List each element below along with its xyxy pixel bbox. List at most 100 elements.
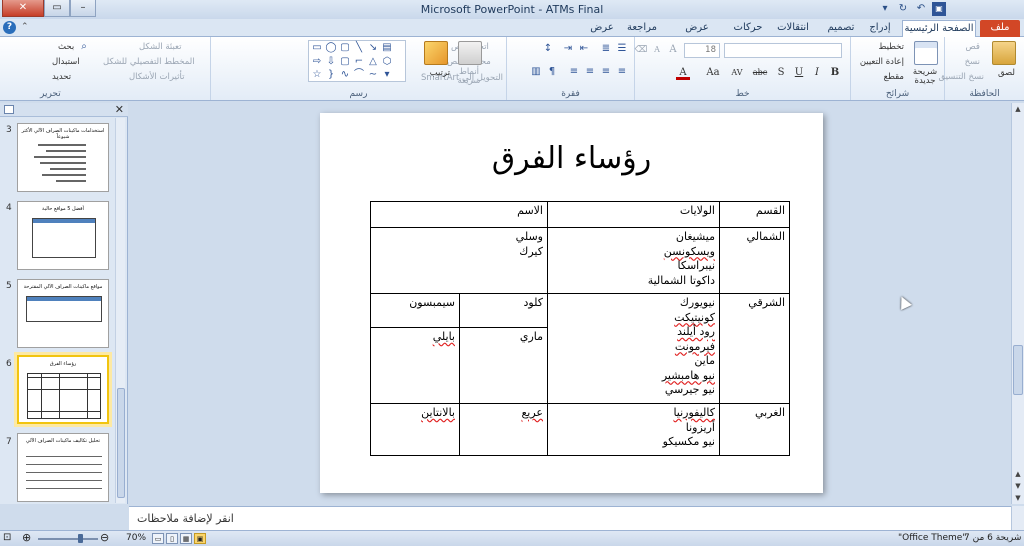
bullets-icon[interactable]: ≣ (600, 43, 612, 55)
maximize-button[interactable]: ▭ (44, 0, 70, 17)
slides-pane-scrollbar[interactable] (115, 118, 125, 503)
italic-button[interactable]: I (810, 66, 824, 80)
font-size-combo[interactable]: 18 (684, 43, 720, 58)
cell-first-name[interactable]: ماري (459, 327, 548, 404)
triangle-shape-icon[interactable]: △ (367, 56, 379, 68)
slides-tab-icon[interactable] (4, 105, 14, 114)
slide-canvas[interactable]: رؤساء الفرق القسم الولايات الاسم الشمالي… (320, 113, 823, 493)
freeform-shape-icon[interactable]: ∽ (367, 69, 379, 81)
font-color-button[interactable]: A (676, 66, 690, 80)
align-center-icon[interactable]: ≡ (600, 66, 612, 78)
format-painter-button[interactable]: نسخ التنسيق (939, 72, 984, 82)
align-left-icon[interactable]: ≡ (584, 66, 596, 78)
cell-last-name[interactable]: بايلي (370, 327, 460, 404)
slide-thumbnail-selected[interactable]: رؤساء الفرق (17, 355, 109, 424)
next-slide-icon[interactable]: ▼ (1012, 480, 1024, 492)
reading-view-icon[interactable]: ▯ (166, 533, 178, 544)
tab-file[interactable]: ملف (980, 20, 1020, 37)
down-arrow-shape-icon[interactable]: ⇩ (325, 56, 337, 68)
zoom-slider[interactable] (38, 538, 98, 540)
rectangle-outline-icon[interactable]: ▢ (339, 42, 351, 54)
replace-button[interactable]: استبدال (52, 57, 80, 67)
cell-states[interactable]: كاليفورنيا أريزونا نيو مكسيكو (547, 403, 720, 456)
cell-states[interactable]: ميشيغان ويسكونسن نيبراسكا داكوتا الشمالي… (547, 227, 720, 294)
decrease-indent-icon[interactable]: ⇤ (578, 43, 590, 55)
rectangle-shape-icon[interactable]: ▭ (311, 42, 323, 54)
header-name[interactable]: الاسم (370, 201, 548, 228)
increase-indent-icon[interactable]: ⇥ (562, 43, 574, 55)
grow-font-button[interactable]: A (666, 43, 680, 57)
tab-animations[interactable]: حركات (730, 20, 766, 37)
paste-button[interactable]: لصق (998, 68, 1015, 78)
tab-slideshow[interactable]: عرض الشرائح (668, 20, 726, 49)
tab-view[interactable]: عرض (588, 20, 616, 37)
cut-button[interactable]: قص (966, 42, 980, 52)
scroll-up-icon[interactable]: ▲ (1012, 103, 1024, 115)
notes-scrollbar[interactable] (1011, 506, 1024, 530)
cell-last-name[interactable]: بالانتاين (370, 403, 460, 456)
editor-scrollbar[interactable]: ▲ ▲ ▼ ▼ (1011, 103, 1024, 504)
slide-thumbnail[interactable]: استخدامات ماكينات الصراف الآلي الأكثر شي… (17, 123, 109, 192)
scroll-down-icon[interactable]: ▼ (1012, 492, 1024, 504)
quick-styles-icon[interactable] (458, 41, 482, 65)
slide-thumbnail[interactable]: أفضل 5 مواقع حالية (17, 201, 109, 270)
rounded-rect-icon[interactable]: ▢ (339, 56, 351, 68)
tab-design[interactable]: تصميم (822, 20, 860, 37)
oval-shape-icon[interactable]: ◯ (325, 42, 337, 54)
columns-icon[interactable]: ▥ (530, 66, 542, 78)
underline-button[interactable]: U (792, 66, 806, 80)
align-right-icon[interactable]: ≡ (616, 66, 628, 78)
slide-sorter-view-icon[interactable]: ▦ (180, 533, 192, 544)
slides-pane-scroll-thumb[interactable] (117, 388, 125, 498)
slide-thumbnail[interactable]: مواقع ماكينات الصراف الآلي المقترحة (17, 279, 109, 348)
star-shape-icon[interactable]: ☆ (311, 69, 323, 81)
line-shape-icon[interactable]: ╲ (353, 42, 365, 54)
close-button[interactable]: ✕ (2, 0, 44, 17)
slide-title[interactable]: رؤساء الفرق (320, 141, 823, 176)
character-spacing-button[interactable]: AV (728, 66, 746, 80)
fit-to-window-icon[interactable]: ⊡ (3, 532, 11, 543)
arc-shape-icon[interactable]: ⌒ (353, 69, 365, 81)
tab-home[interactable]: الصفحة الرئيسية (902, 20, 976, 37)
brace-shape-icon[interactable]: { (325, 69, 337, 81)
bold-button[interactable]: B (828, 66, 842, 80)
quick-styles-button[interactable]: أنماط سريعة (454, 68, 484, 86)
shape-fill-button[interactable]: تعبئة الشكل (139, 42, 182, 52)
editor-scroll-thumb[interactable] (1013, 345, 1023, 395)
textbox-shape-icon[interactable]: ▤ (381, 42, 393, 54)
tab-transitions[interactable]: انتقالات (770, 20, 816, 37)
close-pane-button[interactable]: ✕ (115, 103, 124, 116)
zoom-in-icon[interactable]: ⊕ (22, 531, 31, 544)
arrow-line-icon[interactable]: ↘ (367, 42, 379, 54)
shapes-gallery[interactable]: ▭ ◯ ▢ ╲ ↘ ▤ ⇨ ⇩ ▢ ⌐ △ ⬡ ☆ { ∿ ⌒ ∽ ▾ (308, 40, 406, 82)
line-spacing-icon[interactable]: ↕ (542, 43, 554, 55)
shadow-button[interactable]: S (774, 66, 788, 80)
elbow-connector-icon[interactable]: ⌐ (353, 56, 365, 68)
font-name-combo[interactable] (724, 43, 842, 58)
minimize-ribbon-icon[interactable]: ⌃ (21, 22, 29, 32)
right-arrow-shape-icon[interactable]: ⇨ (311, 56, 323, 68)
tab-review[interactable]: مراجعة (622, 20, 662, 37)
zoom-level[interactable]: 70% (126, 533, 146, 543)
layout-button[interactable]: تخطيط (879, 42, 904, 52)
previous-slide-icon[interactable]: ▲ (1012, 468, 1024, 480)
tab-insert[interactable]: إدراج (864, 20, 896, 37)
notes-placeholder[interactable]: انقر لإضافة ملاحظات (129, 512, 1011, 525)
zoom-slider-thumb[interactable] (78, 534, 83, 543)
cell-division[interactable]: الغربي (719, 403, 790, 456)
slideshow-view-icon[interactable]: ▭ (152, 533, 164, 544)
arrange-icon[interactable] (424, 41, 448, 65)
hexagon-shape-icon[interactable]: ⬡ (381, 56, 393, 68)
help-icon[interactable]: ? (3, 21, 16, 34)
shape-outline-button[interactable]: المخطط التفصيلي للشكل (103, 57, 195, 67)
strikethrough-button[interactable]: abc (750, 66, 770, 80)
shape-effects-button[interactable]: تأثيرات الأشكال (129, 72, 184, 82)
cell-last-name[interactable]: سيمبسون (370, 293, 460, 328)
arrange-button[interactable]: ترتيب (430, 68, 450, 78)
rtl-direction-icon[interactable]: ¶ (546, 66, 558, 78)
find-button[interactable]: بحث (58, 42, 74, 52)
change-case-button[interactable]: Aa (704, 66, 722, 80)
new-slide-button[interactable]: شريحة جديدة (910, 68, 940, 86)
cell-division[interactable]: الشرقي (719, 293, 790, 404)
cell-name[interactable]: وسلي كيرك (370, 227, 548, 294)
